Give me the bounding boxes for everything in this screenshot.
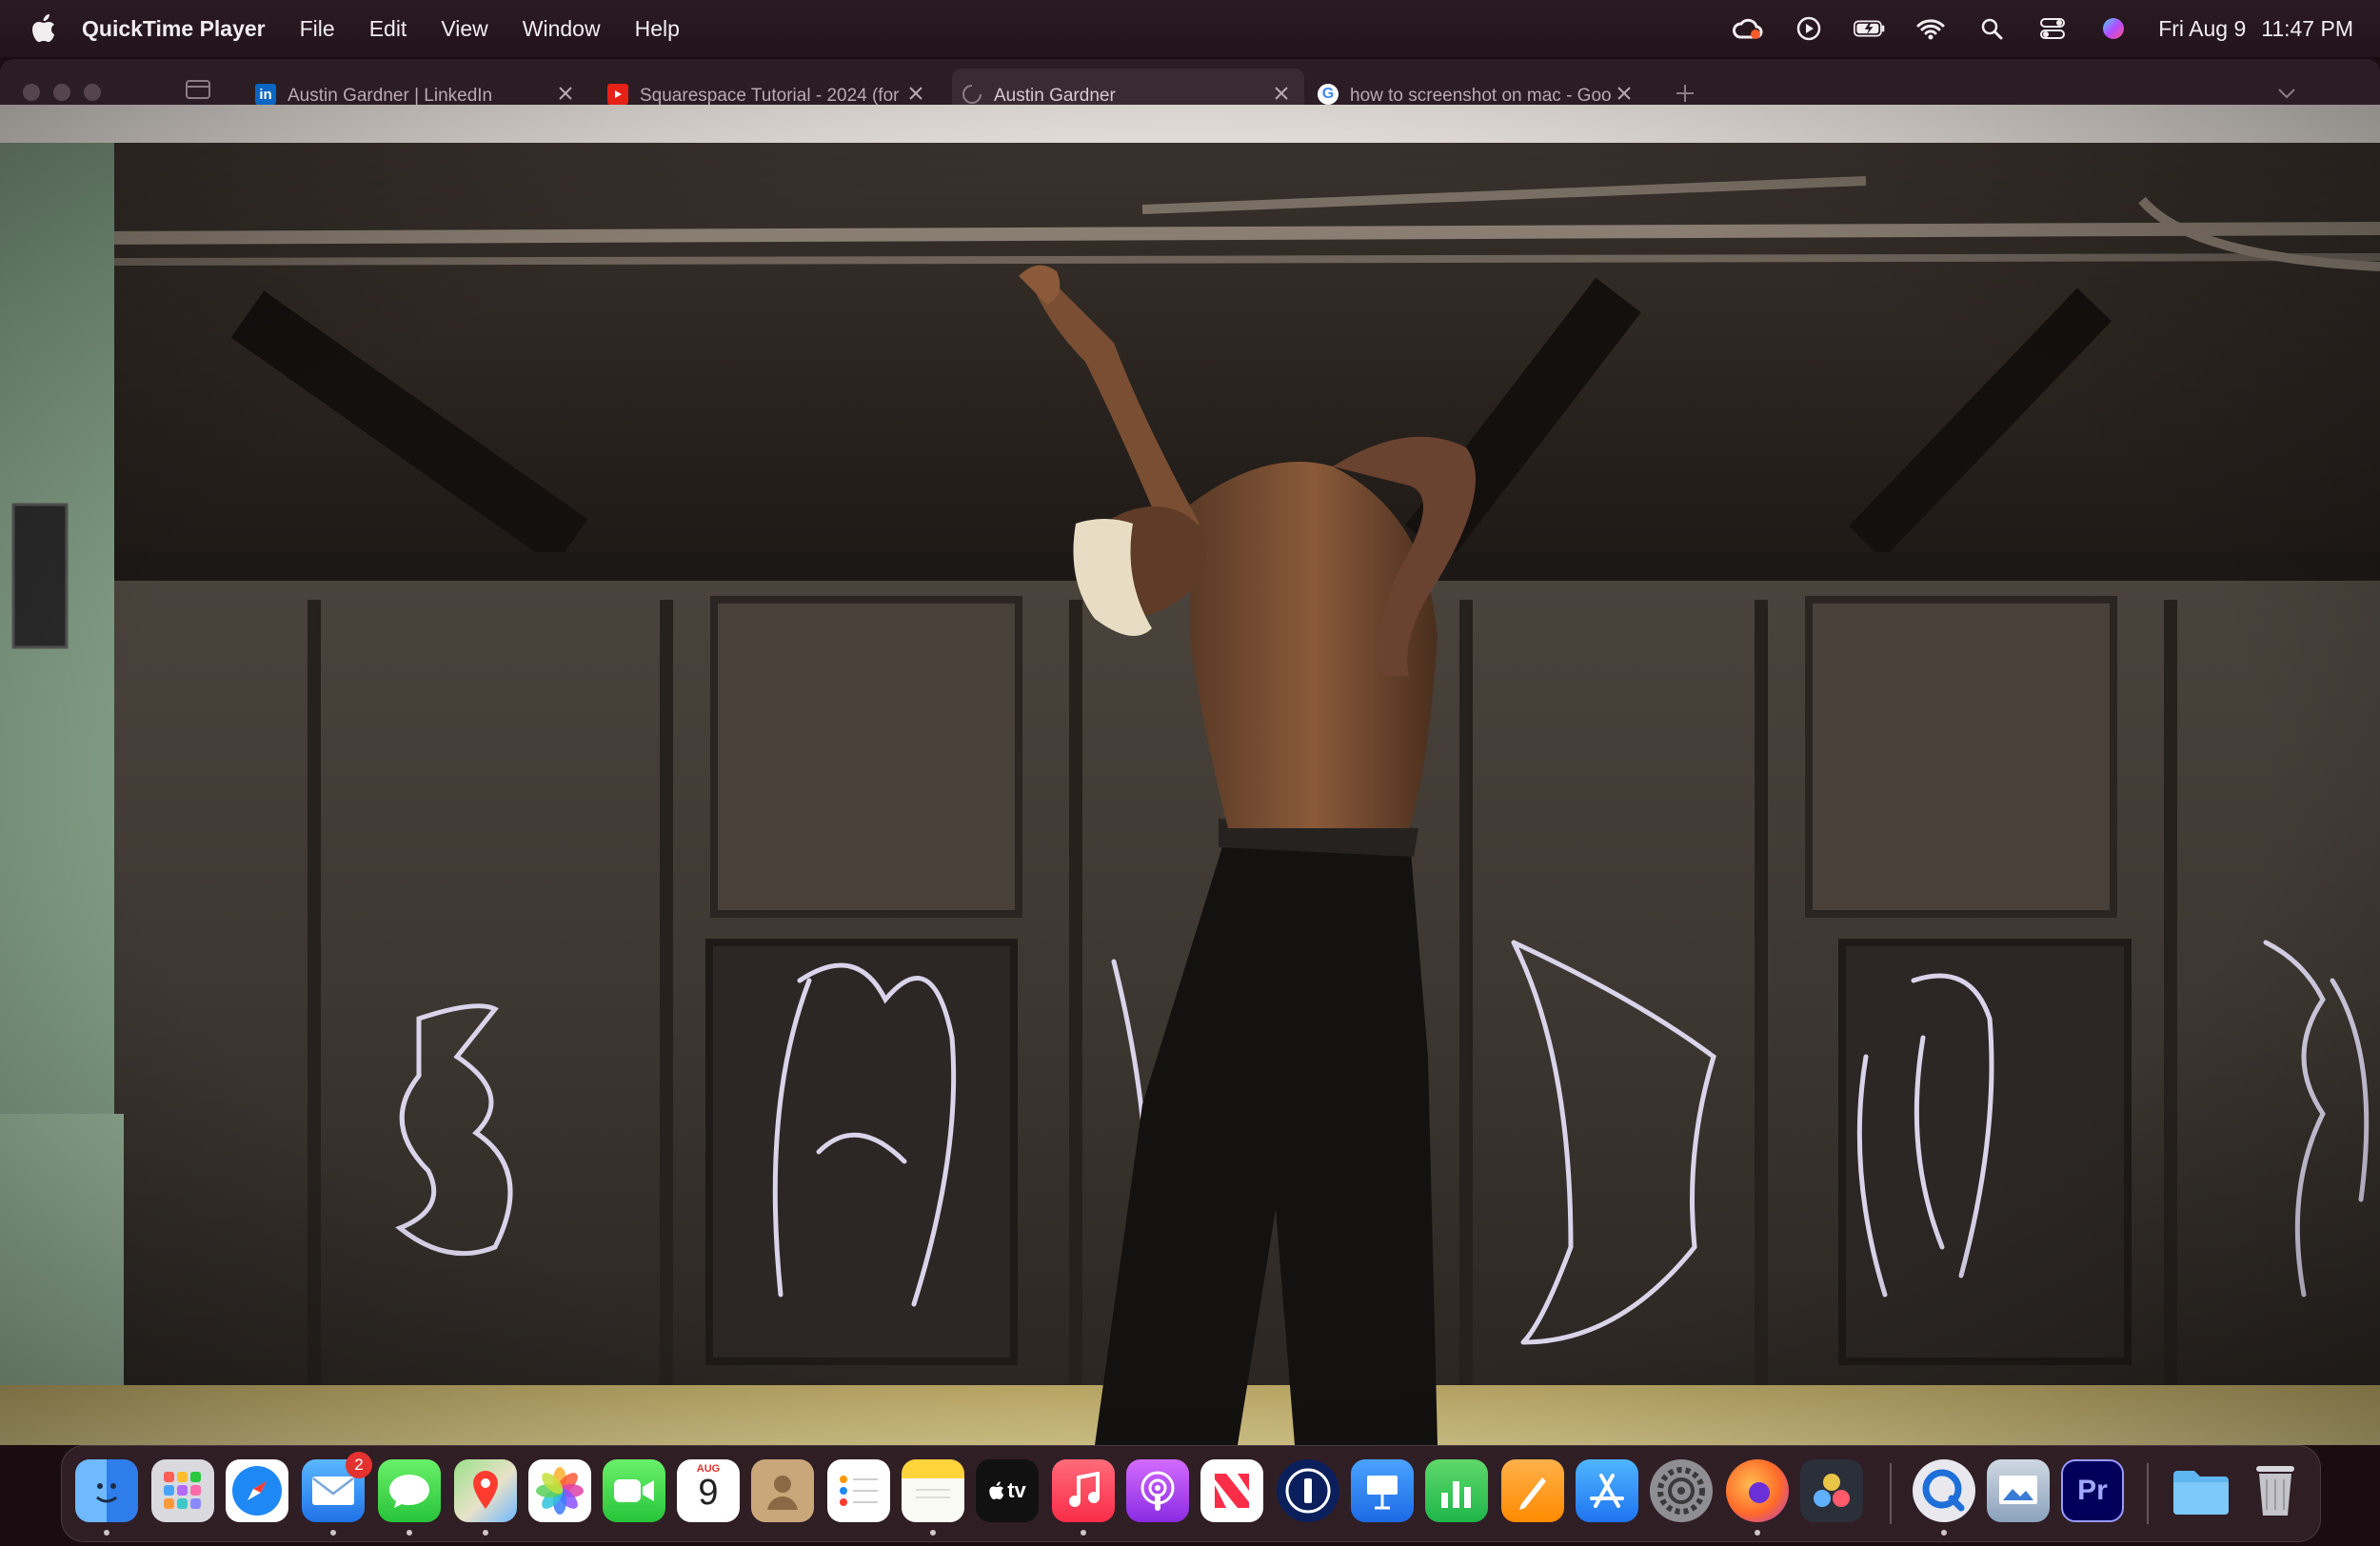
tab-linkedin[interactable]: in Austin Gardner | LinkedIn [255,69,579,107]
safari-icon[interactable] [226,1459,288,1522]
running-indicator [104,1530,109,1536]
running-indicator [1755,1530,1760,1536]
running-indicator [930,1530,936,1536]
video-frame[interactable] [0,105,2380,1445]
battery-charging-icon[interactable] [1854,12,1886,45]
tab-title: Austin Gardner | LinkedIn [288,86,493,106]
wifi-icon[interactable] [1914,12,1947,45]
menu-bar-clock[interactable]: Fri Aug 9 11:47 PM [2158,16,2353,42]
play-circle-icon[interactable] [1793,12,1825,45]
maps-icon[interactable] [454,1459,517,1522]
reminders-icon[interactable] [827,1459,890,1522]
app-name-menu[interactable]: QuickTime Player [82,16,266,42]
trash-icon[interactable] [2244,1459,2307,1522]
tab-list-chevron-icon[interactable] [2275,84,2298,103]
apple-logo-icon[interactable] [25,10,63,48]
edit-menu[interactable]: Edit [369,16,407,42]
running-indicator [1081,1530,1086,1536]
music-icon[interactable] [1052,1459,1115,1522]
file-menu[interactable]: File [300,16,335,42]
mail-unread-badge: 2 [346,1452,372,1478]
tab-squarespace-tutorial[interactable]: Squarespace Tutorial - 2024 (for [607,69,929,107]
creative-cloud-icon[interactable] [1732,12,1764,45]
calendar-icon[interactable]: AUG 9 [677,1459,740,1522]
minimize-window-button[interactable] [53,84,70,101]
close-tab-icon[interactable] [906,84,925,103]
dock: 2 AUG 9 tv Pr [61,1445,2321,1542]
zoom-window-button[interactable] [84,84,101,101]
running-indicator [407,1530,412,1536]
pages-icon[interactable] [1501,1459,1564,1522]
apple-tv-icon[interactable]: tv [976,1459,1039,1522]
siri-icon[interactable] [2097,12,2130,45]
close-tab-icon[interactable] [1272,84,1291,103]
tab-google-search[interactable]: G how to screenshot on mac - Goo [1318,69,1637,107]
window-menu[interactable]: Window [523,16,601,42]
launchpad-icon[interactable] [151,1459,214,1522]
tv-label: tv [1007,1478,1026,1502]
linkedin-icon: in [255,84,276,105]
spotlight-search-icon[interactable] [1975,12,2008,45]
notes-icon[interactable] [902,1459,964,1522]
podcasts-icon[interactable] [1126,1459,1189,1522]
youtube-icon [607,84,628,105]
preview-icon[interactable] [1987,1459,2050,1522]
tab-title: Squarespace Tutorial - 2024 (for [640,86,900,106]
facetime-icon[interactable] [603,1459,665,1522]
messages-icon[interactable] [378,1459,441,1522]
view-menu[interactable]: View [441,16,487,42]
app-store-icon[interactable] [1576,1459,1638,1522]
menu-bar: QuickTime Player File Edit View Window H… [0,0,2380,57]
loading-spinner-icon [962,84,982,105]
close-window-button[interactable] [23,84,40,101]
dock-separator [1890,1463,1892,1524]
google-icon: G [1318,84,1339,105]
downloads-folder-icon[interactable] [2170,1459,2232,1522]
sidebar-toggle-icon[interactable] [185,78,211,101]
control-center-icon[interactable] [2036,12,2069,45]
news-icon[interactable] [1200,1459,1263,1522]
clock-time: 11:47 PM [2261,15,2353,41]
system-settings-icon[interactable] [1650,1459,1713,1522]
calendar-day-label: 9 [698,1473,719,1513]
close-tab-icon[interactable] [1615,84,1634,103]
close-tab-icon[interactable] [556,84,575,103]
running-indicator [330,1530,336,1536]
adobe-premiere-pro-icon[interactable]: Pr [2061,1459,2124,1522]
browser-tab-strip: in Austin Gardner | LinkedIn Squarespace… [0,59,2380,107]
dock-separator [2147,1463,2149,1524]
firefox-icon[interactable] [1726,1459,1789,1522]
contacts-icon[interactable] [751,1459,814,1522]
new-tab-plus-icon[interactable] [1674,82,1696,105]
running-indicator [483,1530,488,1536]
photos-icon[interactable] [528,1459,591,1522]
mail-icon[interactable]: 2 [302,1452,372,1522]
premiere-label: Pr [2077,1475,2108,1506]
clock-date: Fri Aug 9 [2158,15,2247,41]
numbers-icon[interactable] [1425,1459,1488,1522]
tab-title: how to screenshot on mac - Goo [1350,86,1612,106]
tab-title: Austin Gardner [994,86,1116,106]
help-menu[interactable]: Help [635,16,680,42]
running-indicator [1941,1530,1947,1536]
quicktime-window: in Austin Gardner | LinkedIn Squarespace… [0,59,2380,1445]
1password-icon[interactable] [1277,1459,1339,1522]
finder-icon[interactable] [75,1459,138,1522]
keynote-icon[interactable] [1351,1459,1414,1522]
quicktime-player-icon[interactable] [1913,1459,1975,1522]
davinci-resolve-icon[interactable] [1800,1459,1863,1522]
tab-austin-gardner[interactable]: Austin Gardner [952,69,1304,107]
video-scene [0,105,2380,1445]
